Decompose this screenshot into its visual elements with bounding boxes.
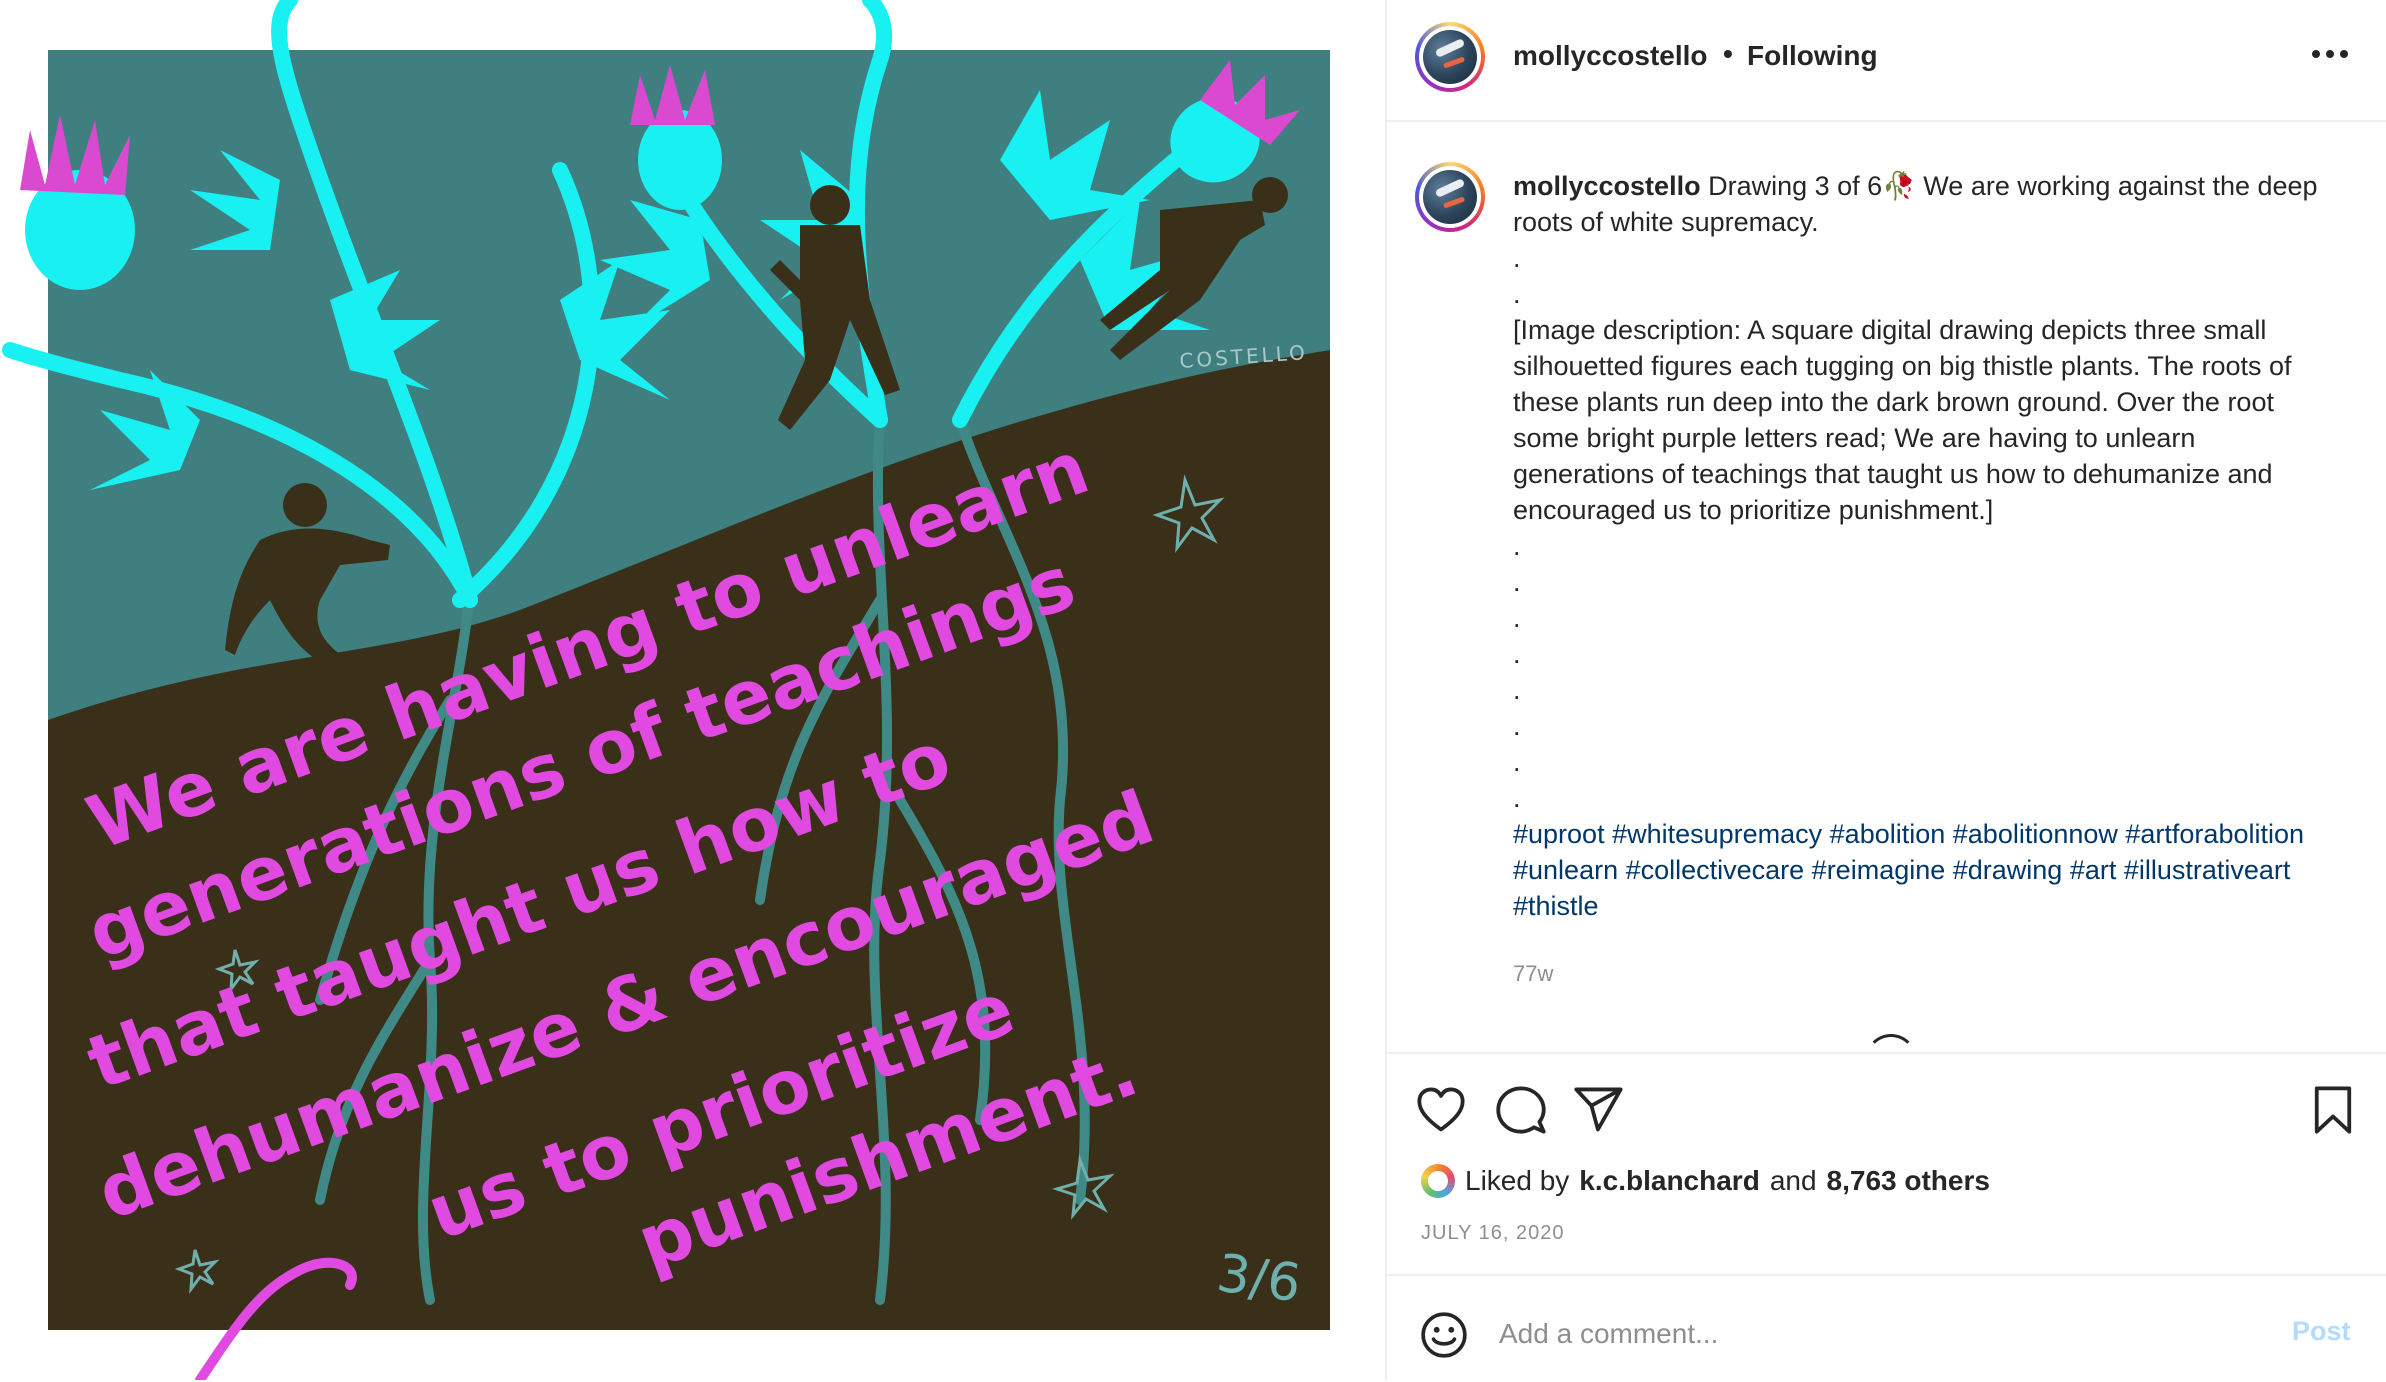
liker-username[interactable]: k.c.blanchard — [1579, 1165, 1760, 1197]
header-username[interactable]: mollyccostello — [1513, 40, 1708, 72]
header-separator: • — [1723, 38, 1733, 69]
heart-icon[interactable] — [1415, 1084, 1467, 1136]
caption-dot: . — [1513, 747, 1521, 777]
hashtags[interactable]: #uproot #whitesupremacy #abolition #abol… — [1513, 816, 2343, 924]
likes-prefix: Liked by — [1465, 1165, 1570, 1196]
caption-text-block: mollyccostello Drawing 3 of 6🥀 We are wo… — [1513, 168, 2343, 240]
post-image[interactable]: COSTELLO 3/6 We are having to unlearn ge… — [0, 0, 1385, 1380]
more-horizontal-icon[interactable] — [2305, 34, 2355, 74]
comment-input[interactable] — [1497, 1308, 2201, 1360]
post-header: mollyccostello • Following — [1387, 0, 2386, 122]
post-actions: Liked by k.c.blanchard and 8,763 others … — [1387, 1052, 2386, 1284]
thistle-illustration: COSTELLO 3/6 We are having to unlearn ge… — [2, 0, 1330, 1380]
caption-dot: . — [1513, 531, 1521, 561]
caption-dot: . — [1513, 639, 1521, 669]
likes-summary: Liked by k.c.blanchard and 8,763 others — [1421, 1164, 1990, 1198]
liker-avatar[interactable] — [1421, 1164, 1455, 1198]
post-date[interactable]: JULY 16, 2020 — [1421, 1222, 1564, 1245]
following-button[interactable]: Following — [1747, 40, 1878, 72]
caption-avatar[interactable] — [1415, 162, 1485, 232]
caption-dot: . — [1513, 243, 1521, 273]
caption-username[interactable]: mollyccostello — [1513, 171, 1701, 201]
comment-bar: Post — [1387, 1274, 2386, 1382]
time-ago[interactable]: 77w — [1513, 956, 2343, 992]
likes-others[interactable]: 8,763 others — [1827, 1165, 1990, 1197]
post-button[interactable]: Post — [2292, 1316, 2351, 1347]
caption-dot: . — [1513, 675, 1521, 705]
emoji-icon[interactable] — [1419, 1310, 1469, 1360]
caption-dot: . — [1513, 711, 1521, 741]
share-icon[interactable] — [1573, 1084, 1625, 1136]
bookmark-icon[interactable] — [2307, 1084, 2359, 1136]
caption-dot: . — [1513, 567, 1521, 597]
avatar[interactable] — [1415, 22, 1485, 92]
caption: mollyccostello Drawing 3 of 6🥀 We are wo… — [1513, 168, 2343, 992]
comment-icon[interactable] — [1495, 1084, 1547, 1136]
caption-dot: . — [1513, 603, 1521, 633]
caption-dot: . — [1513, 279, 1521, 309]
image-description: [Image description: A square digital dra… — [1513, 315, 2292, 525]
page-number: 3/6 — [1213, 1243, 1304, 1314]
likes-joiner: and — [1769, 1165, 1817, 1196]
post-sidebar: mollyccostello • Following mollyccostell… — [1385, 0, 2386, 1380]
caption-dot: . — [1513, 783, 1521, 813]
